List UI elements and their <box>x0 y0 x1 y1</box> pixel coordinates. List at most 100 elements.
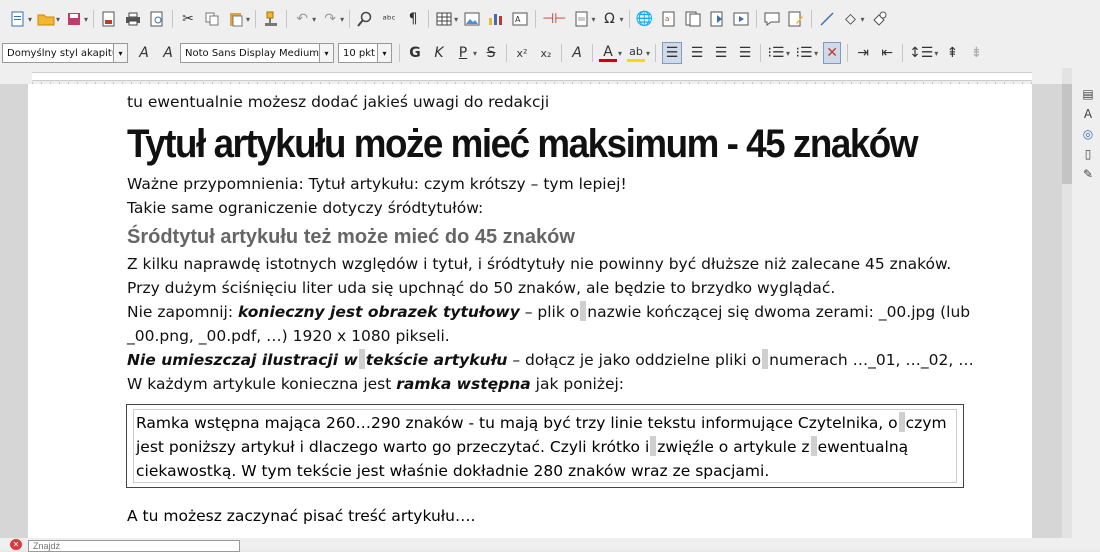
intro-line-2[interactable]: jest poniższy artykuł i dlaczego warto g… <box>136 435 956 459</box>
strikethrough-button[interactable]: S <box>482 42 500 64</box>
insert-field-icon[interactable] <box>573 8 591 30</box>
line-spacing-button[interactable]: ↕☰ <box>909 42 933 64</box>
insert-footnote-icon[interactable]: a <box>660 8 678 30</box>
reminder-line-1[interactable]: Ważne przypomnienia: Tytuł artykułu: czy… <box>127 172 947 196</box>
align-right-button[interactable]: ☰ <box>712 42 730 64</box>
paragraph-1[interactable]: Z kilku naprawdę istotnych względów i ty… <box>127 252 951 276</box>
ordered-list-button[interactable]: ⁝☰ <box>795 42 813 64</box>
horizontal-ruler[interactable] <box>0 68 1062 88</box>
article-subtitle[interactable]: Śródtytuł artykułu też może mieć do 45 z… <box>127 222 947 252</box>
chevron-down-icon[interactable]: ▾ <box>786 49 790 58</box>
chevron-down-icon[interactable]: ▾ <box>814 49 818 58</box>
paragraph-3[interactable]: Nie zapomnij: konieczny jest obrazek tyt… <box>127 300 970 324</box>
spellcheck-icon[interactable]: ᵃᵇᶜ <box>380 8 398 30</box>
insert-page-break-icon[interactable]: ⊣⊢ <box>542 8 566 30</box>
chevron-down-icon[interactable]: ▾ <box>28 15 32 24</box>
draw-functions-icon[interactable] <box>870 8 888 30</box>
insert-line-icon[interactable] <box>818 8 836 30</box>
intro-line-1[interactable]: Ramka wstępna mająca 260…290 znaków - tu… <box>136 411 956 435</box>
chevron-down-icon[interactable]: ▾ <box>319 44 333 62</box>
chevron-down-icon[interactable]: ▾ <box>56 15 60 24</box>
document-body[interactable]: tu ewentualnie możesz dodać jakieś uwagi… <box>127 90 974 396</box>
justify-button[interactable]: ☰ <box>736 42 754 64</box>
undo-icon[interactable]: ↶ <box>293 8 311 30</box>
scrollbar-thumb[interactable] <box>1062 84 1072 184</box>
insert-chart-icon[interactable] <box>487 8 505 30</box>
redo-icon[interactable]: ↷ <box>321 8 339 30</box>
styles-icon[interactable]: A <box>1080 106 1096 122</box>
bold-button[interactable]: G <box>406 42 424 64</box>
chevron-down-icon[interactable]: ▾ <box>84 15 88 24</box>
chevron-down-icon[interactable]: ▾ <box>646 49 650 58</box>
italic-button[interactable]: K <box>430 42 448 64</box>
copy-icon[interactable] <box>203 8 221 30</box>
track-changes-icon[interactable] <box>787 8 805 30</box>
highlight-color-icon[interactable]: ab <box>627 44 646 62</box>
style-inspector-icon[interactable]: ✎ <box>1080 166 1096 182</box>
article-title[interactable]: Tytuł artykułu może mieć maksimum - 45 z… <box>127 116 918 172</box>
paragraph-2[interactable]: Przy dużym ściśnięciu liter uda się upch… <box>127 276 947 300</box>
chevron-down-icon[interactable]: ▾ <box>113 44 127 62</box>
insert-textbox-icon[interactable]: A <box>511 8 529 30</box>
font-color-icon[interactable]: A <box>599 44 618 62</box>
cut-icon[interactable]: ✂ <box>179 8 197 30</box>
insert-cross-reference-icon[interactable] <box>732 8 750 30</box>
print-icon[interactable] <box>124 8 142 30</box>
chevron-down-icon[interactable]: ▾ <box>934 49 938 58</box>
insert-endnote-icon[interactable] <box>684 8 702 30</box>
save-icon[interactable] <box>65 8 83 30</box>
align-center-button[interactable]: ☰ <box>688 42 706 64</box>
new-style-icon[interactable]: A <box>159 42 177 64</box>
find-input[interactable] <box>28 540 240 552</box>
open-folder-icon[interactable] <box>37 8 55 30</box>
close-find-icon[interactable]: ✕ <box>10 539 22 550</box>
insert-comment-icon[interactable] <box>763 8 781 30</box>
chevron-down-icon[interactable]: ▾ <box>592 15 596 24</box>
basic-shapes-icon[interactable]: ◇ <box>842 8 860 30</box>
superscript-button[interactable]: x² <box>513 42 531 64</box>
document-canvas[interactable]: tu ewentualnie możesz dodać jakieś uwagi… <box>0 84 1062 538</box>
insert-image-icon[interactable] <box>463 8 481 30</box>
page-icon[interactable]: ▯ <box>1080 146 1096 162</box>
paragraph-6[interactable]: W każdym artykule konieczna jest ramka w… <box>127 372 947 396</box>
decrease-indent-button[interactable]: ⇤ <box>878 42 896 64</box>
chevron-down-icon[interactable]: ▾ <box>473 49 477 58</box>
paragraph-style-dropdown[interactable]: Domyślny styl akapitu ▾ <box>2 43 128 63</box>
intro-frame[interactable]: Ramka wstępna mająca 260…290 znaków - tu… <box>126 404 964 488</box>
chevron-down-icon[interactable]: ▾ <box>620 15 624 24</box>
new-document-icon[interactable] <box>9 8 27 30</box>
editor-note[interactable]: tu ewentualnie możesz dodać jakieś uwagi… <box>127 90 947 114</box>
chevron-down-icon[interactable]: ▾ <box>312 15 316 24</box>
chevron-down-icon[interactable]: ▾ <box>454 15 458 24</box>
print-preview-icon[interactable] <box>148 8 166 30</box>
chevron-down-icon[interactable]: ▾ <box>246 15 250 24</box>
document-page[interactable]: tu ewentualnie możesz dodać jakieś uwagi… <box>28 84 1032 538</box>
clone-formatting-icon[interactable] <box>262 8 280 30</box>
chevron-down-icon[interactable]: ▾ <box>861 15 865 24</box>
insert-table-icon[interactable] <box>435 8 453 30</box>
chevron-down-icon[interactable]: ▾ <box>377 44 391 62</box>
closing-line[interactable]: A tu możesz zaczynać pisać treść artykuł… <box>127 504 475 528</box>
font-name-dropdown[interactable]: Noto Sans Display Medium ▾ <box>180 43 334 63</box>
clear-formatting-icon[interactable]: A <box>568 42 586 64</box>
increase-indent-button[interactable]: ⇥ <box>854 42 872 64</box>
insert-bookmark-icon[interactable] <box>708 8 726 30</box>
reminder-line-2[interactable]: Takie same ograniczenie dotyczy śródtytu… <box>127 196 947 220</box>
intro-line-3[interactable]: ciekawostką. W tym tekście jest właśnie … <box>136 459 956 483</box>
underline-button[interactable]: P <box>454 42 472 64</box>
navigator-icon[interactable]: ◎ <box>1080 126 1096 142</box>
paste-icon[interactable] <box>227 8 245 30</box>
paragraph-5[interactable]: Nie umieszczaj ilustracji w tekście artyk… <box>127 348 974 372</box>
no-list-button[interactable]: ✕ <box>823 42 842 64</box>
subscript-button[interactable]: x₂ <box>537 42 555 64</box>
paragraph-4[interactable]: _00.png, _00.pdf, …) 1920 x 1080 pikseli… <box>127 324 947 348</box>
unordered-list-button[interactable]: ⁝☰ <box>767 42 785 64</box>
intro-frame-content[interactable]: Ramka wstępna mająca 260…290 znaków - tu… <box>133 409 957 483</box>
chevron-down-icon[interactable]: ▾ <box>618 49 622 58</box>
export-pdf-icon[interactable] <box>100 8 118 30</box>
insert-hyperlink-icon[interactable]: 🌐 <box>636 8 654 30</box>
insert-special-character-icon[interactable]: Ω <box>601 8 619 30</box>
align-left-button[interactable]: ☰ <box>662 42 683 64</box>
font-size-dropdown[interactable]: 10 pkt ▾ <box>338 43 392 63</box>
properties-icon[interactable]: ▤ <box>1080 86 1096 102</box>
